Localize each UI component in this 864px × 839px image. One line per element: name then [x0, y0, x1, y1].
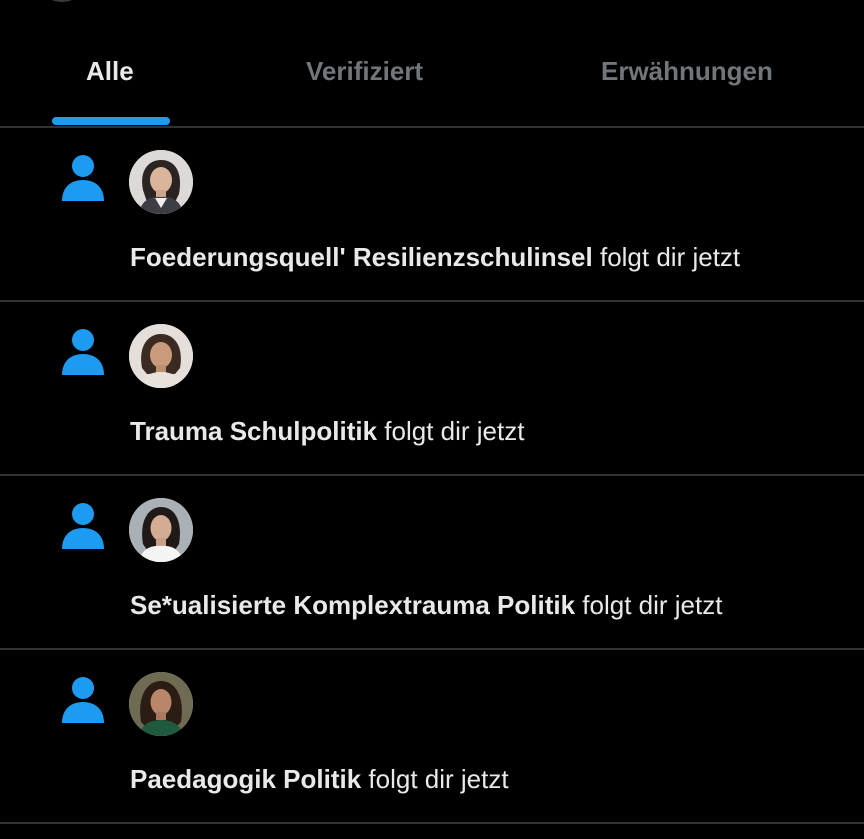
notifications-screen: Alle Verifiziert Erwähnungen Foederungsq…: [0, 0, 864, 839]
follower-name[interactable]: Trauma Schulpolitik: [130, 416, 377, 446]
avatar[interactable]: [129, 498, 193, 562]
tab-verified[interactable]: Verifiziert: [306, 56, 423, 87]
active-tab-indicator: [52, 117, 170, 125]
person-follow-icon: [62, 329, 104, 375]
follower-name[interactable]: Paedagogik Politik: [130, 764, 361, 794]
avatar[interactable]: [129, 150, 193, 214]
notification-action: folgt dir jetzt: [368, 764, 509, 794]
notification-text: Paedagogik Politik folgt dir jetzt: [130, 762, 509, 796]
avatar[interactable]: [129, 324, 193, 388]
notification-action: folgt dir jetzt: [599, 242, 741, 272]
notification-action: folgt dir jetzt: [384, 416, 525, 446]
person-follow-icon: [62, 677, 104, 723]
follower-name[interactable]: Foederungsquell' Resilienzschulinsel: [130, 242, 593, 272]
person-follow-icon: [62, 155, 104, 201]
notification-item[interactable]: Foederungsquell' Resilienzschulinsel fol…: [0, 128, 864, 302]
avatar[interactable]: [129, 672, 193, 736]
person-follow-icon: [62, 503, 104, 549]
tab-all[interactable]: Alle: [86, 56, 134, 87]
notification-text: Foederungsquell' Resilienzschulinsel fol…: [130, 240, 740, 274]
notification-action: folgt dir jetzt: [582, 590, 723, 620]
notification-tabs: Alle Verifiziert Erwähnungen: [0, 0, 864, 128]
notification-item[interactable]: Se*ualisierte Komplextrauma Politik folg…: [0, 476, 864, 650]
notification-text: Se*ualisierte Komplextrauma Politik folg…: [130, 588, 722, 622]
notification-item[interactable]: Paedagogik Politik folgt dir jetzt: [0, 650, 864, 824]
notification-item[interactable]: Trauma Schulpolitik folgt dir jetzt: [0, 302, 864, 476]
follower-name[interactable]: Se*ualisierte Komplextrauma Politik: [130, 590, 575, 620]
tab-mentions[interactable]: Erwähnungen: [601, 56, 773, 87]
notification-text: Trauma Schulpolitik folgt dir jetzt: [130, 414, 524, 448]
